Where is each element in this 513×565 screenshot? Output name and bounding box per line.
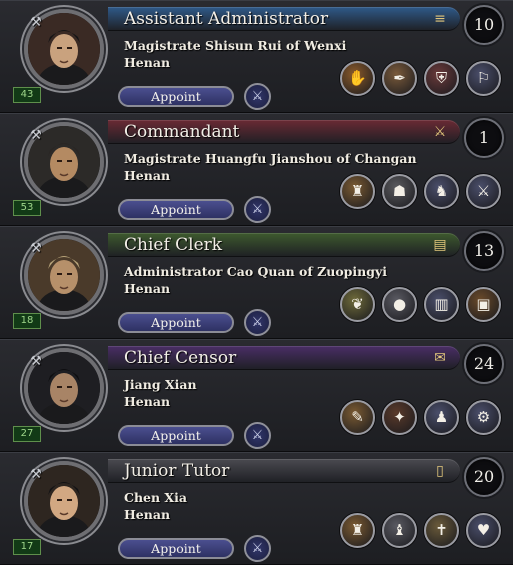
sword-icon[interactable]: ⚔ <box>244 83 271 110</box>
chest-icon[interactable]: ▣ <box>466 287 501 322</box>
appoint-button[interactable]: Appoint <box>118 538 234 559</box>
character-level-badge: 17 <box>13 539 41 555</box>
appoint-button[interactable]: Appoint <box>118 425 234 446</box>
handshake-icon[interactable]: ✋ <box>340 61 375 96</box>
holy-book-icon[interactable]: ✝ <box>424 513 459 548</box>
council-position-card: Chief Clerk ▤ 13 ⚒ 18 Administrator Cao Quan … <box>0 226 513 339</box>
sword-icon[interactable]: ⚔ <box>244 309 271 336</box>
warrior-icon[interactable]: ♞ <box>424 174 459 209</box>
appoint-button[interactable]: Appoint <box>118 86 234 107</box>
position-title: Chief Clerk <box>124 235 223 255</box>
character-province: Henan <box>124 281 171 296</box>
character-level-badge: 53 <box>13 200 41 216</box>
council-position-card: Junior Tutor ▯ 20 ⚒ 17 Chen Xia Henan Appoint ⚔ ♜… <box>0 452 513 565</box>
character-name[interactable]: Magistrate Huangfu Jianshou of Changan <box>124 151 417 166</box>
position-count-badge: 20 <box>464 457 504 497</box>
position-title-bar: Commandant ⚔ <box>108 120 460 144</box>
position-count-badge: 10 <box>464 5 504 45</box>
position-title: Junior Tutor <box>124 461 230 481</box>
sword-icon[interactable]: ⚔ <box>244 196 271 223</box>
buildings-icon[interactable]: ▥ <box>424 287 459 322</box>
council-position-card: Commandant ⚔ 1 ⚒ 53 Magistrate Huangfu Jiansh… <box>0 113 513 226</box>
character-province: Henan <box>124 394 171 409</box>
gear-icon[interactable]: ⚙ <box>466 400 501 435</box>
position-title-bar: Chief Censor ✉ <box>108 346 460 370</box>
shield-icon[interactable]: ⛨ <box>424 61 459 96</box>
position-count-badge: 13 <box>464 231 504 271</box>
position-title: Chief Censor <box>124 348 237 368</box>
council-position-card: Chief Censor ✉ 24 ⚒ 27 Jiang Xian Henan Appoint… <box>0 339 513 452</box>
character-name[interactable]: Chen Xia <box>124 490 187 505</box>
running-figure-icon[interactable]: ⚐ <box>466 61 501 96</box>
appoint-button[interactable]: Appoint <box>118 199 234 220</box>
letter-dagger-icon: ✉ <box>434 350 446 366</box>
character-province: Henan <box>124 168 171 183</box>
torch-icon[interactable]: ✦ <box>382 400 417 435</box>
cross-heart-icon[interactable]: ♥ <box>466 513 501 548</box>
council-position-card: Assistant Administrator ≡ 10 ⚒ 43 Magistrate … <box>0 0 513 113</box>
soldier-icon[interactable]: ♜ <box>340 174 375 209</box>
character-level-badge: 18 <box>13 313 41 329</box>
treasure-chest-icon: ▤ <box>433 237 447 253</box>
position-title-bar: Junior Tutor ▯ <box>108 459 460 483</box>
sword-icon[interactable]: ⚔ <box>466 174 501 209</box>
character-province: Henan <box>124 507 171 522</box>
council-positions-panel: Assistant Administrator ≡ 10 ⚒ 43 Magistrate … <box>0 0 513 565</box>
position-title: Assistant Administrator <box>124 9 329 29</box>
hooded-figure-icon[interactable]: ♟ <box>424 400 459 435</box>
coins-icon[interactable]: ● <box>382 287 417 322</box>
character-name[interactable]: Jiang Xian <box>124 377 197 392</box>
quill-icon[interactable]: ✒ <box>382 61 417 96</box>
pickaxe-icon: ⚒ <box>30 241 42 256</box>
character-level-badge: 43 <box>13 87 41 103</box>
appoint-button[interactable]: Appoint <box>118 312 234 333</box>
land-icon[interactable]: ❦ <box>340 287 375 322</box>
temple-icon[interactable]: ♜ <box>340 513 375 548</box>
pickaxe-icon: ⚒ <box>30 354 42 369</box>
position-title: Commandant <box>124 122 240 142</box>
position-count-badge: 1 <box>464 118 504 158</box>
position-title-bar: Assistant Administrator ≡ <box>108 7 460 31</box>
open-book-icon: ▯ <box>436 463 444 479</box>
crossed-swords-icon: ⚔ <box>433 124 447 140</box>
sword-icon[interactable]: ⚔ <box>244 422 271 449</box>
character-level-badge: 27 <box>13 426 41 442</box>
position-title-bar: Chief Clerk ▤ <box>108 233 460 257</box>
position-count-badge: 24 <box>464 344 504 384</box>
character-name[interactable]: Magistrate Shisun Rui of Wenxi <box>124 38 346 53</box>
pickaxe-icon: ⚒ <box>30 467 42 482</box>
character-name[interactable]: Administrator Cao Quan of Zuopingyi <box>124 264 387 279</box>
scroll-quill-icon[interactable]: ✎ <box>340 400 375 435</box>
pickaxe-icon: ⚒ <box>30 128 42 143</box>
pickaxe-icon: ⚒ <box>30 15 42 30</box>
monk-icon[interactable]: ♝ <box>382 513 417 548</box>
sword-icon[interactable]: ⚔ <box>244 535 271 562</box>
character-province: Henan <box>124 55 171 70</box>
scroll-icon: ≡ <box>434 11 446 27</box>
helmet-icon[interactable]: ☗ <box>382 174 417 209</box>
